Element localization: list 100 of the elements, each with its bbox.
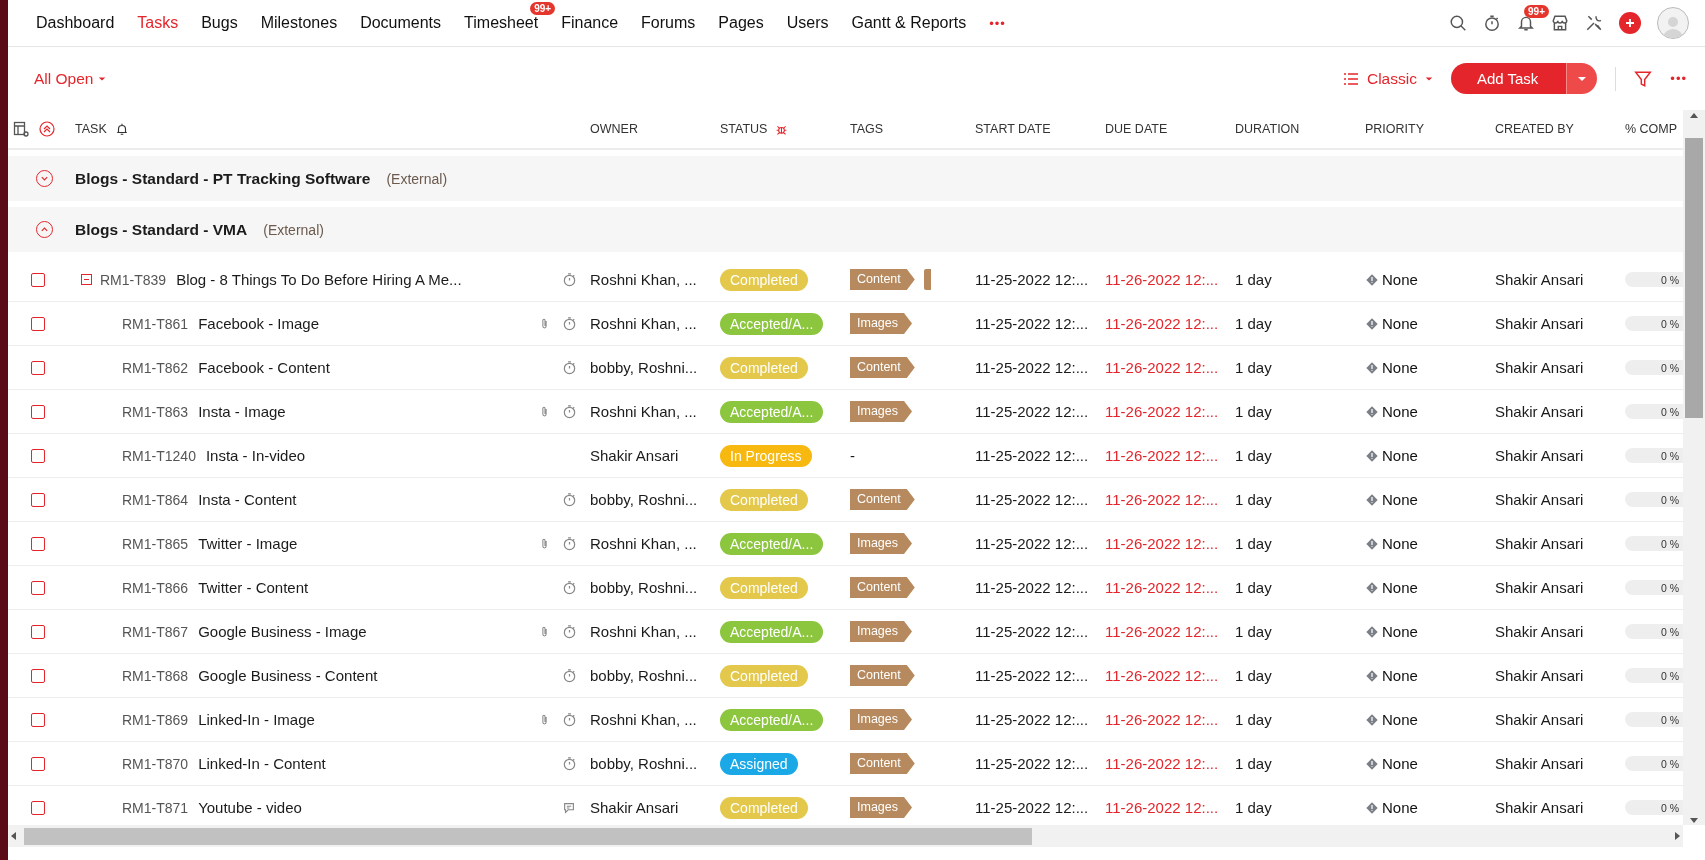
collapse-toggle[interactable] [81,274,92,285]
column-header[interactable]: TAGS [850,122,884,136]
row-checkbox[interactable] [31,316,45,331]
more-menu[interactable]: ••• [1670,71,1687,86]
column-header[interactable]: OWNER [590,122,638,136]
task-row[interactable]: RM1-T863 Insta - Image Roshni Khan, ... Accepted/A... Images 11-25-2022 12:... 11-26-2022 12:... 1 day None Shakir Ansari 0 % [8,390,1683,434]
add-task-menu-button[interactable] [1566,63,1598,94]
nav-tab[interactable]: Finance [561,14,619,32]
tools-icon[interactable] [1585,14,1603,32]
nav-tab[interactable]: Dashboard [36,14,115,32]
task-row[interactable]: RM1-T1240 Insta - In-video Shakir Ansari In Progress - 11-25-2022 12:... 11-26-2022 12:... 1 day None Shakir Ansari 0 % [8,434,1683,478]
progress-label: 0 % [1660,669,1680,682]
add-icon[interactable] [1619,12,1641,34]
task-title[interactable]: Twitter - Content [198,579,537,596]
task-title[interactable]: Google Business - Image [198,623,537,640]
row-checkbox[interactable] [31,756,45,771]
row-checkbox[interactable] [31,404,45,419]
priority-cell: None [1382,271,1418,288]
column-header[interactable]: START DATE [975,122,1051,136]
comment-icon[interactable] [562,800,576,815]
stopwatch-icon[interactable] [561,272,577,287]
stopwatch-icon[interactable] [561,580,577,595]
column-header[interactable]: PRIORITY [1365,122,1425,136]
row-checkbox[interactable] [31,536,45,551]
horizontal-scrollbar[interactable] [8,825,1683,847]
task-row[interactable]: RM1-T865 Twitter - Image Roshni Khan, ... Accepted/A... Images 11-25-2022 12:... 11-26-2022 12:... 1 day None Shakir Ansari 0 % [8,522,1683,566]
stopwatch-icon[interactable] [561,404,577,419]
task-title[interactable]: Insta - In-video [205,447,537,464]
column-header[interactable]: DURATION [1235,122,1300,136]
task-title[interactable]: Insta - Content [198,491,537,508]
row-checkbox[interactable] [31,492,45,507]
row-checkbox[interactable] [31,448,45,463]
task-row[interactable]: RM1-T862 Facebook - Content bobby, Roshni... Completed Content 11-25-2022 12:... 11-26-2022 12:... 1 day None Shakir Ansari 0 % [8,346,1683,390]
store-icon[interactable] [1551,14,1569,32]
duration-cell-text: 1 day [1235,667,1273,684]
column-header[interactable]: % COMP [1625,122,1678,136]
tag-label: Images [850,797,912,818]
task-title[interactable]: Facebook - Content [198,359,537,376]
task-row[interactable]: RM1-T868 Google Business - Content bobby, Roshni... Completed Content 11-25-2022 12:... 11-26-2022 12:... 1 day None Shakir Ansari 0 % [8,654,1683,698]
column-header[interactable]: TASK [75,122,107,136]
nav-tab[interactable]: Bugs [201,14,238,32]
row-checkbox[interactable] [31,624,45,639]
nav-tab[interactable]: Tasks [137,14,179,32]
layout-dropdown[interactable]: Classic [1342,69,1433,88]
task-row[interactable]: RM1-T867 Google Business - Image Roshni Khan, ... Accepted/A... Images 11-25-2022 12:... 11-26-2022 12:... 1 day None Shakir Ansari 0 % [8,610,1683,654]
stopwatch-icon[interactable] [561,536,577,551]
row-checkbox[interactable] [31,712,45,727]
stopwatch-icon[interactable] [561,624,577,639]
task-row[interactable]: RM1-T864 Insta - Content bobby, Roshni... Completed Content 11-25-2022 12:... 11-26-2022 12:... 1 day None Shakir Ansari 0 % [8,478,1683,522]
task-title[interactable]: Youtube - video [198,799,537,816]
nav-tab[interactable]: Gantt & Reports [851,14,967,32]
stopwatch-icon[interactable] [561,668,577,683]
priority-diamond-icon [1365,536,1379,551]
task-title[interactable]: Linked-In - Image [198,711,537,728]
column-header[interactable]: STATUS [720,122,768,136]
nav-tab[interactable]: Documents [360,14,442,32]
column-header[interactable]: CREATED BY [1495,122,1574,136]
row-checkbox[interactable] [31,360,45,375]
view-filter-dropdown[interactable]: All Open [34,69,107,88]
task-title[interactable]: Facebook - Image [198,315,537,332]
filter-icon[interactable] [1634,69,1653,88]
nav-tab[interactable]: Milestones [260,14,338,32]
column-settings-icon[interactable] [13,121,29,137]
stopwatch-icon[interactable] [561,756,577,771]
row-checkbox[interactable] [31,580,45,595]
stopwatch-icon[interactable] [1483,14,1501,32]
collapse-all-icon[interactable] [39,121,55,137]
more-menu[interactable]: ••• [989,15,1006,31]
stopwatch-icon[interactable] [561,316,577,331]
stopwatch-icon[interactable] [561,360,577,375]
stopwatch-icon[interactable] [561,712,577,727]
task-title[interactable]: Google Business - Content [198,667,537,684]
row-checkbox[interactable] [31,800,45,815]
nav-tab[interactable]: Timesheet [464,14,539,32]
nav-tab[interactable]: Forums [641,14,696,32]
task-row[interactable]: RM1-T869 Linked-In - Image Roshni Khan, ... Accepted/A... Images 11-25-2022 12:... 11-26-2022 12:... 1 day None Shakir Ansari 0 % [8,698,1683,742]
task-title[interactable]: Linked-In - Content [198,755,537,772]
task-title[interactable]: Insta - Image [198,403,537,420]
task-row[interactable]: RM1-T861 Facebook - Image Roshni Khan, ... Accepted/A... Images 11-25-2022 12:... 11-26-2022 12:... 1 day None Shakir Ansari 0 % [8,302,1683,346]
scroll-down-icon[interactable] [1689,815,1699,825]
add-task-button[interactable]: Add Task [1450,63,1567,94]
nav-tab[interactable]: Users [786,14,829,32]
task-row[interactable]: RM1-T870 Linked-In - Content bobby, Roshni... Assigned Content 11-25-2022 12:... 11-26-2022 12:... 1 day None Shakir Ansari 0 % [8,742,1683,786]
stopwatch-icon[interactable] [561,492,577,507]
bell-icon[interactable] [1517,14,1535,32]
task-title[interactable]: Blog - 8 Things To Do Before Hiring A Me... [176,271,537,288]
priority-cell: None [1382,403,1418,420]
vertical-scrollbar[interactable] [1683,110,1705,825]
task-row[interactable]: RM1-T839 Blog - 8 Things To Do Before Hiring A Me... Roshni Khan, ... Completed Content 11-25-2022 12:... 11-26-2022 12:... 1 day None Shakir Ansari 0 % [8,258,1683,302]
task-title[interactable]: Twitter - Image [198,535,537,552]
due-date-cell-text: 11-26-2022 12:... [1105,755,1220,772]
row-checkbox[interactable] [31,668,45,683]
priority-diamond-icon [1365,404,1379,419]
start-date-cell-text: 11-25-2022 12:... [975,315,1090,332]
due-date-cell-text: 11-26-2022 12:... [1105,667,1220,684]
task-row[interactable]: RM1-T866 Twitter - Content bobby, Roshni... Completed Content 11-25-2022 12:... 11-26-2022 12:... 1 day None Shakir Ansari 0 % [8,566,1683,610]
column-header[interactable]: DUE DATE [1105,122,1168,136]
search-icon[interactable] [1449,14,1467,32]
nav-tab[interactable]: Pages [718,14,764,32]
row-checkbox[interactable] [31,272,45,287]
